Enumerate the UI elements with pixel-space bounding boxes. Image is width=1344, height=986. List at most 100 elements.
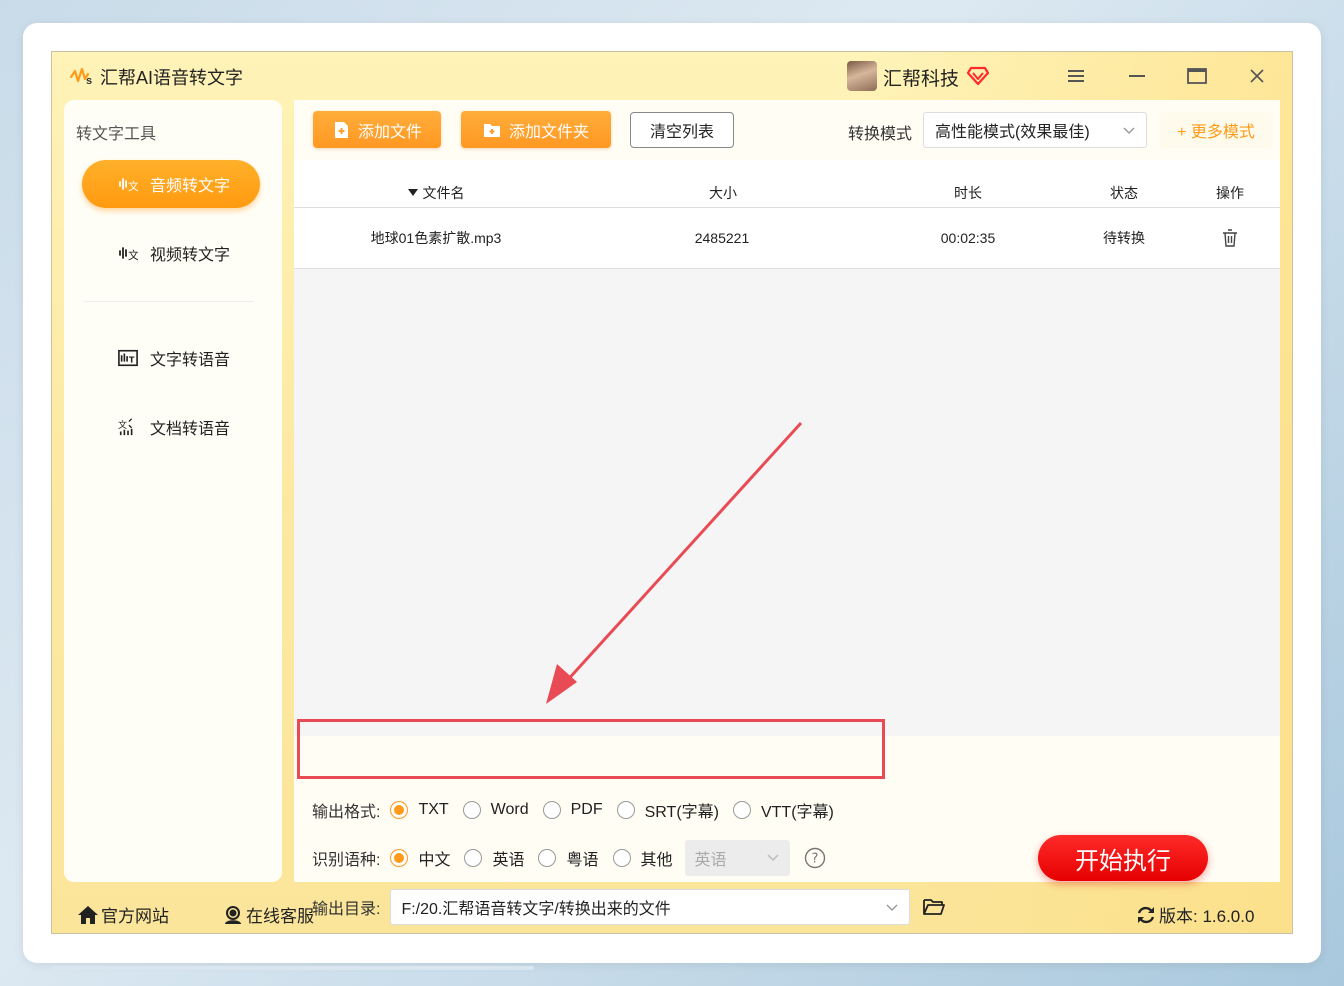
language-label: 识别语种: — [312, 852, 381, 869]
add-file-icon — [334, 121, 348, 138]
text-speech-icon: T — [118, 348, 138, 368]
lang-cantonese-label: 粤语 — [566, 852, 599, 869]
format-radio-pdf[interactable] — [542, 801, 561, 819]
lang-english-label: 英语 — [492, 852, 525, 869]
add-folder-label: 添加文件夹 — [508, 123, 589, 141]
minimize-icon[interactable] — [1125, 64, 1149, 88]
svg-text:文: 文 — [128, 179, 138, 193]
svg-text:文: 文 — [128, 248, 138, 262]
output-format-row: 输出格式: TXT Word PDF SRT(字幕) VTT(字幕) — [312, 796, 848, 824]
svg-text:T: T — [129, 355, 135, 365]
support-link[interactable]: 在线客服 — [222, 902, 314, 927]
doc-speech-icon: 文 — [118, 417, 138, 437]
options-top-area — [294, 736, 1280, 786]
format-radio-word[interactable] — [462, 801, 481, 819]
col-status-header: 状态 — [1110, 184, 1138, 201]
website-link[interactable]: 官方网站 — [77, 902, 169, 927]
format-txt-label: TXT — [418, 801, 449, 818]
chevron-down-icon — [767, 854, 779, 861]
sort-desc-icon — [407, 188, 418, 196]
add-file-label: 添加文件 — [357, 123, 422, 141]
sidebar-item-label: 文字转语音 — [150, 352, 231, 369]
support-label: 在线客服 — [246, 907, 314, 926]
sidebar-item-doc-to-speech[interactable]: 文 文档转语音 — [82, 403, 260, 451]
taskbar-strip — [51, 966, 534, 970]
start-button[interactable]: 开始执行 — [1038, 835, 1208, 881]
sidebar-item-label: 音频转文字 — [150, 178, 231, 195]
add-folder-button[interactable]: 添加文件夹 — [461, 111, 611, 148]
sidebar: 转文字工具 文 音频转文字 文 视频转文字 T 文字转语音 文 文档转语音 — [64, 100, 282, 882]
col-duration-header[interactable]: 时长 — [918, 160, 1018, 207]
help-icon[interactable]: ? — [804, 847, 826, 869]
other-language-value: 英语 — [694, 852, 727, 869]
maximize-icon[interactable] — [1185, 64, 1209, 88]
lang-chinese-label: 中文 — [418, 852, 451, 869]
mode-label: 转换模式 — [848, 126, 913, 143]
col-filename-header[interactable]: 文件名 — [376, 160, 496, 207]
version-label: 版本: 1.6.0.0 — [1159, 907, 1255, 926]
file-table: 文件名 大小 时长 状态 操作 地球01色素扩散.mp3 2485221 00:… — [294, 160, 1280, 269]
main-panel: 添加文件 添加文件夹 清空列表 转换模式 高性能模式(效果最佳) + 更多模式 … — [294, 100, 1280, 925]
format-radio-srt[interactable] — [616, 801, 635, 819]
row-status: 待转换 — [1103, 230, 1145, 246]
col-filename-label: 文件名 — [422, 184, 465, 201]
output-format-label: 输出格式: — [312, 804, 381, 821]
more-modes-button[interactable]: + 更多模式 — [1160, 112, 1272, 148]
clear-list-button[interactable]: 清空列表 — [630, 112, 734, 148]
brand-name[interactable]: 汇帮科技 — [883, 64, 959, 91]
row-filename: 地球01色素扩散.mp3 — [370, 230, 502, 246]
mode-select[interactable]: 高性能模式(效果最佳) — [923, 112, 1147, 148]
sidebar-item-label: 文档转语音 — [150, 421, 231, 438]
table-row[interactable]: 地球01色素扩散.mp3 2485221 00:02:35 待转换 — [294, 208, 1280, 269]
sidebar-item-label: 视频转文字 — [150, 247, 231, 264]
svg-text:s: s — [86, 75, 92, 87]
footer: 官方网站 在线客服 版本: 1.6.0.0 — [52, 894, 1292, 933]
table-header: 文件名 大小 时长 状态 操作 — [294, 160, 1280, 208]
add-folder-icon — [483, 123, 500, 137]
video-wave-icon: 文 — [118, 243, 138, 263]
lang-radio-english[interactable] — [464, 849, 483, 867]
trash-icon — [1223, 229, 1237, 247]
svg-text:?: ? — [811, 852, 818, 867]
website-label: 官方网站 — [101, 907, 169, 926]
refresh-icon — [1137, 906, 1155, 923]
lang-radio-other[interactable] — [612, 849, 631, 867]
format-pdf-label: PDF — [570, 801, 603, 818]
app-window: s 汇帮AI语音转文字 汇帮科技 转文字工具 文 音频转文字 文 视频转文字 T… — [51, 51, 1293, 934]
audio-wave-icon: 文 — [118, 174, 138, 194]
version-info[interactable]: 版本: 1.6.0.0 — [1135, 902, 1254, 927]
language-row: 识别语种: 中文 英语 粤语 其他 英语 ? — [312, 840, 826, 876]
vip-diamond-icon[interactable] — [967, 64, 989, 86]
toolbar: 添加文件 添加文件夹 清空列表 转换模式 高性能模式(效果最佳) + 更多模式 — [294, 100, 1280, 160]
sidebar-item-audio-to-text[interactable]: 文 音频转文字 — [82, 160, 260, 208]
mode-value: 高性能模式(效果最佳) — [935, 124, 1090, 141]
close-icon[interactable] — [1245, 64, 1269, 88]
chevron-down-icon — [1123, 127, 1135, 134]
app-logo-icon: s — [69, 67, 92, 87]
col-action-header: 操作 — [1216, 184, 1244, 201]
menu-icon[interactable] — [1064, 64, 1088, 88]
other-language-select[interactable]: 英语 — [684, 840, 790, 876]
sidebar-divider — [84, 301, 254, 302]
sidebar-title: 转文字工具 — [76, 126, 157, 143]
app-title: 汇帮AI语音转文字 — [100, 68, 244, 88]
delete-button[interactable] — [1180, 208, 1280, 268]
row-size: 2485221 — [694, 230, 750, 246]
format-word-label: Word — [490, 801, 529, 818]
add-file-button[interactable]: 添加文件 — [313, 111, 441, 148]
lang-radio-cantonese[interactable] — [538, 849, 557, 867]
sidebar-item-video-to-text[interactable]: 文 视频转文字 — [82, 229, 260, 277]
sidebar-item-text-to-speech[interactable]: T 文字转语音 — [82, 334, 260, 382]
avatar[interactable] — [847, 61, 877, 91]
format-radio-txt[interactable] — [390, 801, 409, 819]
home-icon — [78, 905, 98, 924]
lang-radio-chinese[interactable] — [390, 849, 409, 867]
title-bar: s 汇帮AI语音转文字 汇帮科技 — [52, 52, 1292, 100]
format-srt-label: SRT(字幕) — [644, 804, 719, 821]
format-radio-vtt[interactable] — [732, 801, 751, 819]
col-size-header[interactable]: 大小 — [673, 160, 773, 207]
svg-text:文: 文 — [118, 419, 127, 431]
lang-other-label: 其他 — [640, 852, 673, 869]
row-duration: 00:02:35 — [940, 230, 996, 246]
format-vtt-label: VTT(字幕) — [760, 804, 834, 821]
